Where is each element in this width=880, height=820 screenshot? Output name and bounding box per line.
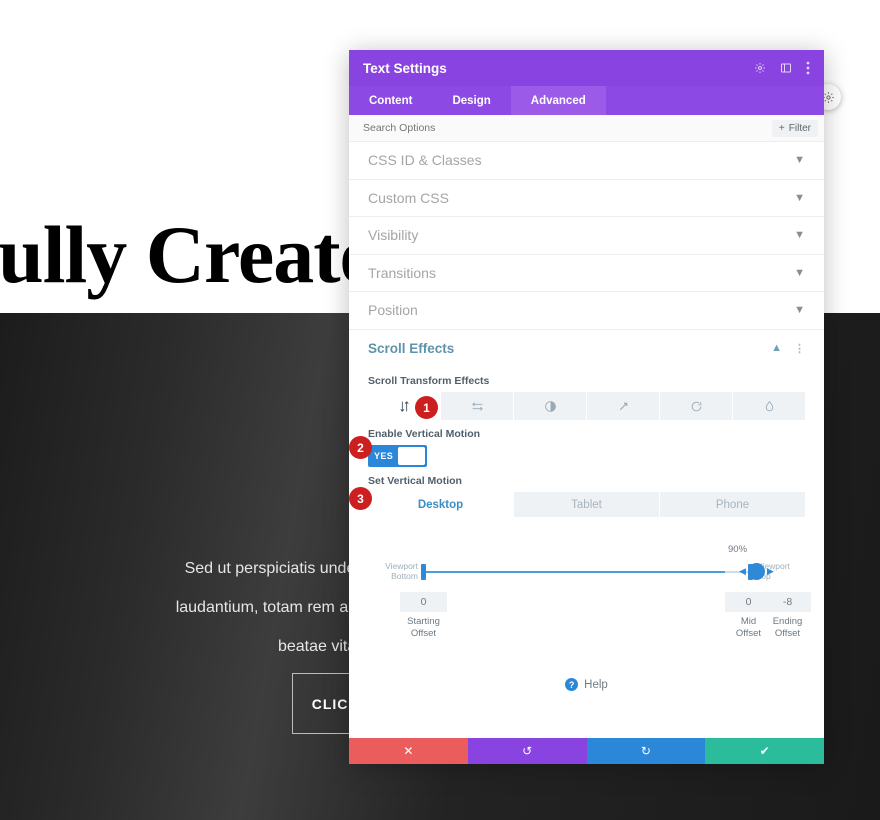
chevron-right-icon: ▶ — [766, 566, 774, 576]
search-input[interactable] — [363, 122, 772, 134]
enable-vertical-motion-toggle[interactable]: YES — [368, 445, 427, 467]
help-icon: ? — [565, 678, 579, 691]
modal-title: Text Settings — [363, 60, 447, 76]
slider-track[interactable] — [423, 571, 751, 573]
horizontal-motion-icon[interactable] — [441, 392, 514, 420]
accordion-label: Position — [368, 302, 418, 319]
scroll-transform-effects-label: Scroll Transform Effects — [368, 375, 490, 387]
ending-offset-field[interactable]: -8 Ending Offset — [764, 592, 811, 640]
expand-icon[interactable] — [754, 62, 766, 74]
tab-advanced[interactable]: Advanced — [510, 86, 606, 115]
annotation-badge-2: 2 — [349, 436, 372, 459]
chevron-down-icon: ▼ — [794, 191, 805, 204]
section-options-icon[interactable]: ⋮ — [794, 342, 805, 355]
device-tab-tablet[interactable]: Tablet — [514, 492, 660, 517]
slider-fill — [423, 571, 725, 573]
scale-icon[interactable] — [587, 392, 660, 420]
search-bar: + Filter — [349, 115, 824, 142]
cancel-button[interactable]: ✕ — [349, 738, 468, 764]
starting-offset-label: Starting Offset — [400, 616, 447, 640]
help-link[interactable]: ? Help — [368, 678, 805, 691]
plus-icon: + — [778, 122, 785, 134]
viewport-bottom-line1: Viewport — [385, 561, 418, 571]
modal-footer: ✕ ↺ ↻ ✔ — [349, 738, 824, 764]
save-button[interactable]: ✔ — [705, 738, 824, 764]
undo-icon: ↺ — [522, 744, 533, 758]
accordion-label: Visibility — [368, 227, 419, 244]
modal-header: Text Settings — [349, 50, 824, 86]
accordion-transitions[interactable]: Transitions ▼ — [349, 255, 824, 292]
accordion-label: CSS ID & Classes — [368, 152, 482, 169]
device-tab-phone[interactable]: Phone — [660, 492, 805, 517]
scroll-effects-body: Scroll Transform Effects Enable Vertical… — [349, 375, 824, 691]
chevron-down-icon: ▼ — [794, 154, 805, 167]
viewport-bottom-line2: Bottom — [391, 571, 418, 581]
close-icon: ✕ — [403, 744, 414, 758]
accordion-css-id-classes[interactable]: CSS ID & Classes ▼ — [349, 142, 824, 180]
starting-offset-label-line2: Offset — [410, 628, 437, 639]
redo-button[interactable]: ↻ — [586, 738, 706, 764]
accordion-position[interactable]: Position ▼ — [349, 292, 824, 330]
blur-icon[interactable] — [733, 392, 805, 420]
slider-percent-label: 90% — [728, 544, 748, 555]
help-label: Help — [584, 678, 608, 691]
annotation-badge-3: 3 — [349, 487, 372, 510]
starting-offset-field[interactable]: 0 Starting Offset — [400, 592, 447, 640]
ending-offset-label: Ending Offset — [764, 616, 811, 640]
accordion-label: Scroll Effects — [368, 340, 455, 356]
redo-icon: ↻ — [640, 744, 651, 758]
device-selector: Desktop Tablet Phone — [368, 492, 805, 517]
toggle-knob — [398, 447, 425, 465]
toggle-value-label: YES — [374, 451, 394, 461]
slider-handle-dot — [747, 563, 765, 580]
filter-button-label: Filter — [788, 122, 811, 134]
ending-offset-label-line2: Offset — [774, 628, 801, 639]
device-tab-desktop[interactable]: Desktop — [368, 492, 514, 517]
starting-offset-value: 0 — [400, 592, 447, 612]
viewport-bottom-label: Viewport Bottom — [368, 561, 418, 581]
accordion-scroll-effects[interactable]: Scroll Effects ▲ ⋮ — [349, 330, 824, 368]
starting-offset-label-line1: Starting — [407, 616, 440, 627]
accordion-custom-css[interactable]: Custom CSS ▼ — [349, 180, 824, 217]
enable-vertical-motion-label: Enable Vertical Motion — [368, 428, 481, 440]
chevron-left-icon: ◀ — [739, 566, 746, 576]
accordion-label: Transitions — [368, 264, 436, 281]
vertical-motion-slider: Viewport Bottom Viewport Top 90% ◀ ▶ 0 S… — [368, 544, 811, 652]
modal-tabs: Content Design Advanced — [349, 86, 824, 115]
more-options-icon[interactable] — [806, 61, 810, 75]
rotate-icon[interactable] — [660, 392, 733, 420]
accordion-label: Custom CSS — [368, 189, 449, 206]
chevron-down-icon: ▼ — [794, 229, 805, 242]
slider-handle[interactable]: ◀ ▶ — [739, 563, 774, 580]
chevron-up-icon: ▲ — [771, 342, 782, 355]
modal-body: CSS ID & Classes ▼ Custom CSS ▼ Visibili… — [349, 142, 824, 738]
annotation-badge-1: 1 — [415, 396, 438, 419]
layout-panel-icon[interactable] — [780, 62, 792, 74]
set-vertical-motion-label: Set Vertical Motion — [368, 475, 462, 487]
accordion-visibility[interactable]: Visibility ▼ — [349, 217, 824, 255]
filter-button[interactable]: + Filter — [771, 119, 818, 137]
ending-offset-label-line1: Ending — [772, 616, 803, 627]
ending-offset-value: -8 — [764, 592, 811, 612]
check-icon: ✔ — [759, 744, 770, 758]
chevron-down-icon: ▼ — [794, 304, 805, 317]
tab-content[interactable]: Content — [349, 86, 432, 115]
modal-header-actions — [754, 61, 810, 75]
tab-design[interactable]: Design — [432, 86, 510, 115]
fade-opacity-icon[interactable] — [514, 392, 587, 420]
chevron-down-icon: ▼ — [794, 266, 805, 279]
slider-start-marker[interactable] — [421, 564, 426, 580]
undo-button[interactable]: ↺ — [467, 738, 587, 764]
